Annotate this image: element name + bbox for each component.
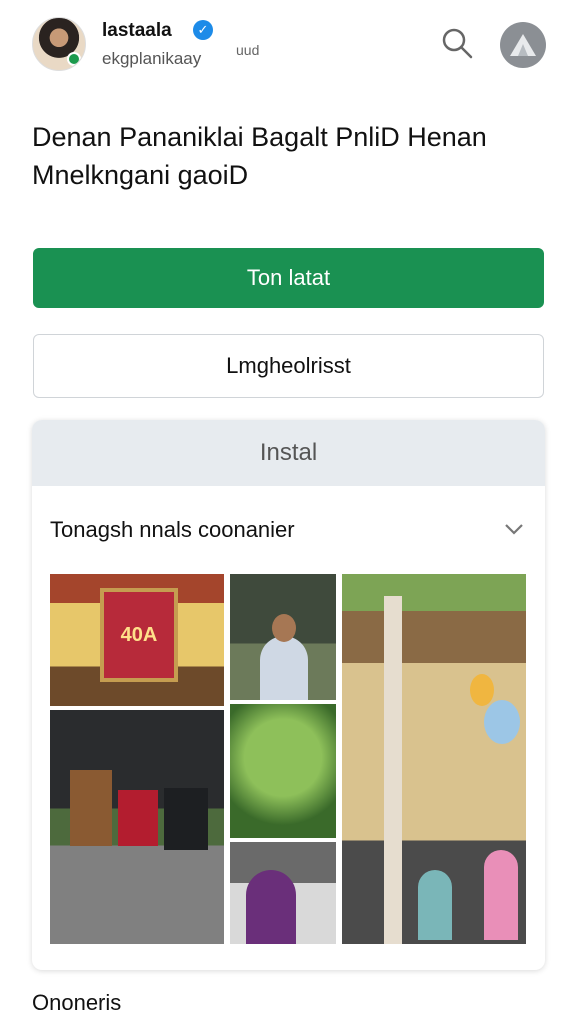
photo-tile-man[interactable] — [230, 574, 336, 700]
porch-pole — [384, 596, 402, 944]
child-2 — [484, 850, 518, 940]
mountain-icon — [510, 34, 536, 56]
photo-tile-sign[interactable]: 40A — [50, 574, 224, 706]
account-handle: ekgplanikaay — [102, 49, 202, 68]
search-icon[interactable] — [440, 26, 474, 60]
page-headline: Denan Pananiklai Bagalt PnliD Henan Mnel… — [32, 118, 552, 194]
handle-suffix: uud — [236, 42, 260, 58]
photo-tile-garden[interactable] — [230, 704, 336, 838]
account-name[interactable]: lastaala — [102, 20, 172, 42]
card-row-label: Tonagsh nnals coonanier — [50, 517, 295, 542]
app-header: lastaala ✓ ekgplanikaay uud — [0, 0, 576, 92]
headline-line-1: Denan Pananiklai Bagalt PnliD Henan — [32, 122, 487, 152]
card-header[interactable]: Instal — [32, 420, 545, 486]
woman-figure — [246, 870, 296, 944]
secondary-action-button[interactable]: Lmgheolrisst — [33, 334, 544, 398]
man-head — [272, 614, 296, 642]
cabinet — [70, 770, 112, 846]
red-item — [118, 790, 158, 846]
black-item — [164, 788, 208, 850]
photo-tile-house[interactable] — [342, 574, 526, 944]
content-card: Instal Tonagsh nnals coonanier 40A — [32, 420, 545, 970]
primary-action-button[interactable]: Ton latat — [33, 248, 544, 308]
photo-tile-objects[interactable] — [50, 710, 224, 944]
footer-section-label: Ononeris — [32, 990, 122, 1015]
balloon-yellow — [470, 674, 494, 706]
man-body — [260, 636, 308, 700]
profile-icon[interactable] — [500, 22, 546, 68]
child-1 — [418, 870, 452, 940]
balloon-blue — [484, 700, 520, 744]
photo-tile-woman[interactable] — [230, 842, 336, 944]
card-dropdown-row[interactable]: Tonagsh nnals coonanier — [32, 486, 545, 574]
account-avatar[interactable] — [32, 17, 86, 71]
headline-line-2: Mnelkngani gaoiD — [32, 160, 249, 190]
chevron-down-icon[interactable] — [503, 518, 525, 540]
verified-badge-icon: ✓ — [193, 20, 213, 40]
sign-board: 40A — [100, 588, 178, 682]
online-status-icon — [67, 52, 81, 66]
